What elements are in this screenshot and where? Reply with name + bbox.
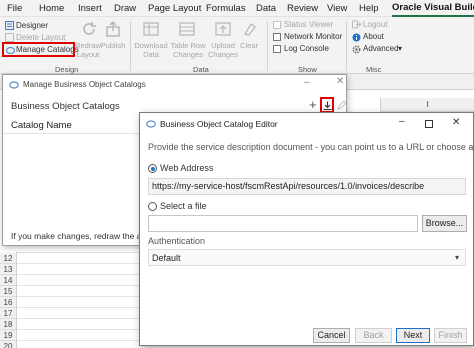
status-viewer-label: Status Viewer (284, 20, 334, 29)
download-icon[interactable] (323, 101, 332, 112)
row-header[interactable]: 13 (0, 264, 16, 275)
group-label-data: Data (193, 65, 209, 74)
dialog-description: Provide the service description document… (148, 142, 474, 152)
redraw-hint: If you make changes, redraw the ass (11, 231, 150, 241)
about-icon (352, 33, 361, 44)
tab-home[interactable]: Home (39, 3, 64, 14)
tab-help[interactable]: Help (359, 3, 379, 14)
dialog-title: Business Object Catalog Editor (160, 119, 278, 129)
group-separator (267, 21, 268, 71)
web-address-label: Web Address (160, 163, 214, 173)
tab-oracle-visual-builder[interactable]: Oracle Visual Builder (392, 2, 474, 17)
next-button[interactable]: Next (396, 328, 430, 343)
designer-icon (5, 21, 14, 32)
column-header-i[interactable]: I (380, 98, 474, 111)
catalog-icon (9, 81, 19, 91)
network-monitor-label: Network Monitor (284, 32, 343, 41)
clear-icon (241, 20, 259, 40)
manage-catalogs-highlight (2, 42, 75, 57)
upload-changes-button[interactable]: Upload Changes (206, 41, 240, 59)
network-monitor-checkbox[interactable] (273, 33, 281, 43)
log-console-checkbox[interactable] (273, 45, 281, 55)
tab-draw[interactable]: Draw (114, 3, 136, 14)
row-header[interactable]: 15 (0, 286, 16, 297)
group-separator (346, 21, 347, 71)
row-header[interactable]: 20 (0, 341, 16, 348)
tab-formulas[interactable]: Formulas (206, 3, 246, 14)
tab-review[interactable]: Review (287, 3, 318, 14)
dialog-title: Manage Business Object Catalogs (23, 80, 146, 89)
tab-page-layout[interactable]: Page Layout (148, 3, 201, 14)
redraw-icon (80, 20, 98, 40)
tab-view[interactable]: View (327, 3, 347, 14)
ribbon-tab-bar: File Home Insert Draw Page Layout Formul… (0, 0, 474, 17)
designer-button[interactable]: Designer (16, 21, 48, 30)
logout-button[interactable]: Logout (363, 20, 387, 29)
row-header[interactable]: 19 (0, 330, 16, 341)
publish-button[interactable]: Publish (99, 41, 127, 50)
group-label-show: Show (298, 65, 317, 74)
sheet-grid[interactable] (16, 252, 139, 348)
catalog-editor-dialog: Business Object Catalog Editor – ✕ Provi… (139, 112, 474, 346)
select-file-radio[interactable] (148, 202, 157, 211)
row-header[interactable]: 14 (0, 275, 16, 286)
logout-icon (352, 20, 362, 31)
clear-button[interactable]: Clear (237, 41, 261, 50)
chevron-down-icon: ▾ (398, 44, 403, 53)
chevron-down-icon: ▾ (455, 253, 460, 262)
maximize-icon[interactable] (425, 120, 433, 130)
add-icon[interactable]: + (309, 97, 317, 112)
delete-layout-button[interactable]: Delete Layout (16, 33, 65, 42)
browse-button[interactable]: Browse... (422, 215, 467, 232)
finish-button[interactable]: Finish (434, 328, 467, 343)
table-row-changes-icon (178, 20, 196, 40)
group-separator (130, 21, 131, 71)
divider (3, 133, 143, 134)
catalogs-heading: Business Object Catalogs (11, 101, 120, 112)
cancel-button[interactable]: Cancel (313, 328, 350, 343)
web-address-radio[interactable] (148, 164, 157, 173)
table-row-changes-button[interactable]: Table Row Changes (170, 41, 206, 59)
minimize-icon[interactable]: – (399, 116, 405, 127)
catalog-icon (146, 120, 156, 130)
download-data-button[interactable]: Download Data (133, 41, 169, 59)
about-button[interactable]: About (363, 32, 384, 41)
group-label-design: Design (55, 65, 79, 74)
web-address-input[interactable]: https://my-service-host/fscmRestApi/reso… (148, 178, 466, 195)
file-path-input[interactable] (148, 215, 418, 232)
minimize-icon[interactable]: – (304, 77, 310, 88)
upload-changes-icon (214, 20, 232, 40)
row-header[interactable]: 12 (0, 253, 16, 264)
tab-file[interactable]: File (7, 3, 22, 14)
download-data-icon (142, 20, 160, 40)
group-label-misc: Misc (366, 65, 382, 74)
gear-icon (352, 45, 361, 56)
catalog-name-column-header[interactable]: Catalog Name (11, 120, 72, 131)
log-console-label: Log Console (284, 44, 329, 53)
tab-data[interactable]: Data (256, 3, 276, 14)
status-viewer-checkbox[interactable] (273, 21, 281, 31)
publish-icon (104, 20, 122, 40)
authentication-select[interactable]: Default (148, 249, 466, 266)
row-header[interactable]: 18 (0, 319, 16, 330)
app-window: File Home Insert Draw Page Layout Formul… (0, 0, 474, 348)
authentication-label: Authentication (148, 236, 206, 246)
select-file-label: Select a file (160, 201, 207, 211)
close-icon[interactable]: ✕ (452, 117, 460, 128)
close-icon[interactable]: ✕ (336, 76, 344, 87)
row-header[interactable]: 17 (0, 308, 16, 319)
tab-insert[interactable]: Insert (78, 3, 102, 14)
ribbon: Designer Delete Layout Manage Catalogs R… (0, 17, 474, 74)
advanced-button[interactable]: Advanced (363, 44, 399, 53)
edit-icon[interactable] (337, 100, 347, 112)
back-button[interactable]: Back (355, 328, 392, 343)
row-header[interactable]: 16 (0, 297, 16, 308)
